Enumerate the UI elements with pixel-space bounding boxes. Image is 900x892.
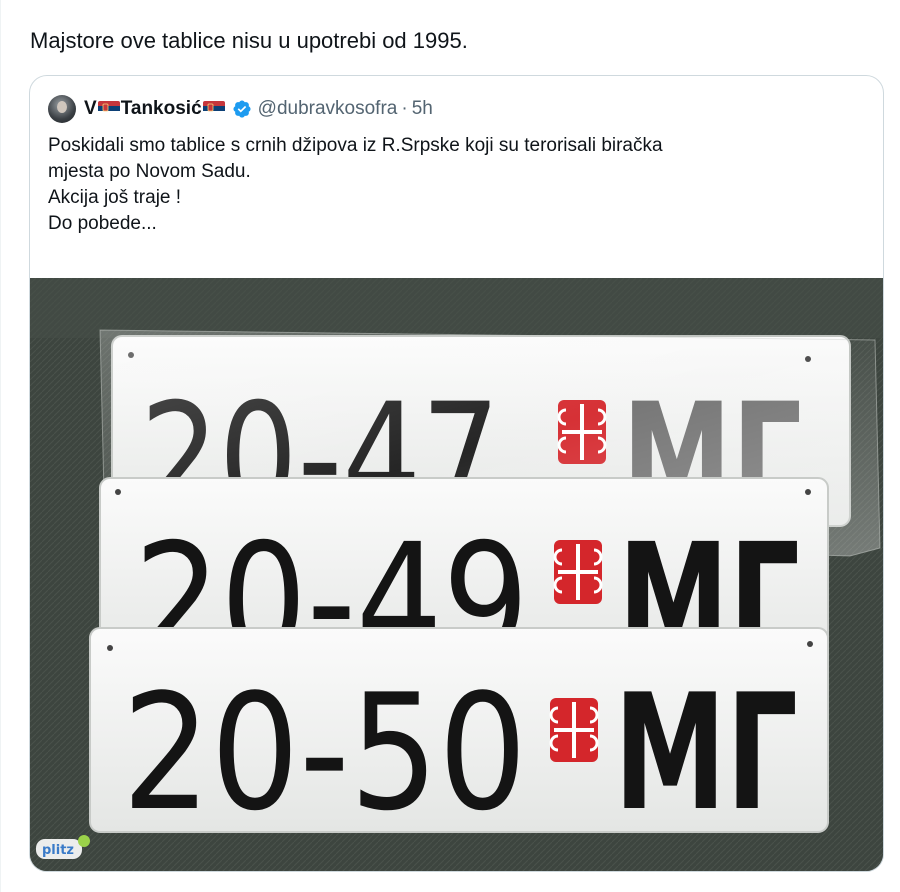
quoted-tweet-header: V Tankosić @dubravkosofra · 5h	[48, 94, 433, 124]
plate-number: 20-50	[122, 659, 527, 846]
plate-letters: МГ	[614, 659, 798, 846]
author-name[interactable]: V Tankosić	[84, 98, 226, 120]
quoted-text-line: Akcija još traje !	[48, 187, 182, 208]
separator: ·	[401, 98, 408, 119]
avatar[interactable]	[48, 95, 76, 123]
verified-badge-icon	[232, 99, 252, 119]
serbia-flag-icon	[202, 101, 225, 116]
serbian-cross-emblem-icon	[552, 538, 604, 606]
quoted-tweet-text: Poskidali smo tablice s crnih džipova iz…	[48, 133, 858, 237]
photo-illustration: 20-47 МГ 20-49 МГ 20-50 МГ	[30, 278, 883, 871]
svg-text:plitz: plitz	[42, 843, 74, 858]
serbian-cross-emblem-icon	[548, 696, 600, 764]
author-name-main: Tankosić	[120, 98, 202, 119]
timestamp[interactable]: 5h	[412, 98, 433, 120]
quoted-tweet-card[interactable]: V Tankosić @dubravkosofra · 5h Poskidali …	[29, 75, 884, 872]
quoted-text-line: Do pobede...	[48, 213, 157, 234]
serbia-flag-icon	[97, 101, 120, 116]
quoted-text-line: Poskidali smo tablice s crnih džipova iz…	[48, 135, 663, 156]
watermark-logo: plitz	[34, 831, 94, 865]
tweet-text: Majstore ove tablice nisu u upotrebi od …	[30, 28, 468, 53]
timeline-border	[0, 0, 1, 892]
license-plate: 20-50 МГ	[89, 627, 829, 846]
author-name-prefix: V	[84, 98, 97, 119]
quoted-text-line: mjesta po Novom Sadu.	[48, 161, 251, 182]
author-handle[interactable]: @dubravkosofra	[258, 98, 398, 120]
license-plates-photo[interactable]: 20-47 МГ 20-49 МГ 20-50 МГ	[30, 278, 883, 871]
